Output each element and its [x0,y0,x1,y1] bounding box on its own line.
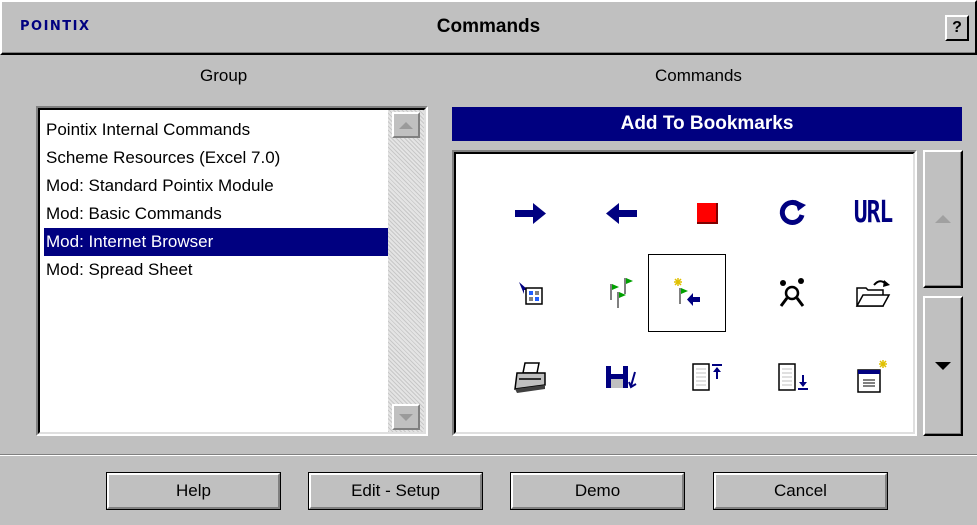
group-list[interactable]: Pointix Internal Commands Scheme Resourc… [36,106,428,436]
page-bottom-icon[interactable] [754,338,832,416]
print-icon[interactable] [492,338,570,416]
help-button[interactable]: Help [106,472,281,510]
stop-icon[interactable] [668,174,746,252]
window-title: Commands [436,16,541,37]
forward-arrow-icon[interactable] [492,174,570,252]
url-text: URL [853,196,894,230]
title-bar: POINTIX Commands ? [0,0,977,55]
scroll-up-button[interactable] [392,112,420,138]
search-people-icon[interactable] [754,254,832,332]
edit-setup-button[interactable]: Edit - Setup [308,472,483,510]
add-bookmark-icon[interactable] [648,254,726,332]
group-list-scrollbar[interactable] [388,110,424,432]
cancel-button[interactable]: Cancel [713,472,888,510]
group-label: Group [200,66,248,85]
group-item-standard-module[interactable]: Mod: Standard Pointix Module [44,172,391,200]
demo-button-label: Demo [511,473,684,509]
group-item-spread-sheet[interactable]: Mod: Spread Sheet [44,256,391,284]
commands-page-up-button[interactable] [923,150,963,288]
refresh-icon[interactable] [754,174,832,252]
command-icon-grid: URL [452,150,917,436]
scroll-up-arrow-icon [399,121,413,129]
scroll-down-button[interactable] [392,404,420,430]
group-item-scheme-resources[interactable]: Scheme Resources (Excel 7.0) [44,144,391,172]
help-button-label: Help [107,473,280,509]
save-icon[interactable] [582,338,660,416]
edit-setup-button-label: Edit - Setup [309,473,482,509]
group-item-basic-commands[interactable]: Mod: Basic Commands [44,200,391,228]
scroll-down-arrow-icon [399,413,413,421]
page-top-icon[interactable] [668,338,746,416]
commands-dialog: POINTIX Commands ? Group Commands Pointi… [0,0,977,525]
commands-label: Commands [655,66,742,85]
new-window-icon[interactable] [834,338,912,416]
help-question-button[interactable]: ? [945,15,969,41]
selected-command-name: Add To Bookmarks [452,107,962,141]
open-page-icon[interactable] [492,254,570,332]
group-list-items: Pointix Internal Commands Scheme Resourc… [44,116,391,284]
group-item-pointix-internal[interactable]: Pointix Internal Commands [44,116,391,144]
cancel-button-label: Cancel [714,473,887,509]
open-folder-icon[interactable] [834,254,912,332]
page-up-arrow-icon [935,215,951,223]
url-icon[interactable]: URL [834,174,912,252]
group-item-internet-browser[interactable]: Mod: Internet Browser [44,228,391,256]
commands-page-down-button[interactable] [923,296,963,436]
back-arrow-icon[interactable] [582,174,660,252]
demo-button[interactable]: Demo [510,472,685,510]
page-down-arrow-icon [935,362,951,370]
